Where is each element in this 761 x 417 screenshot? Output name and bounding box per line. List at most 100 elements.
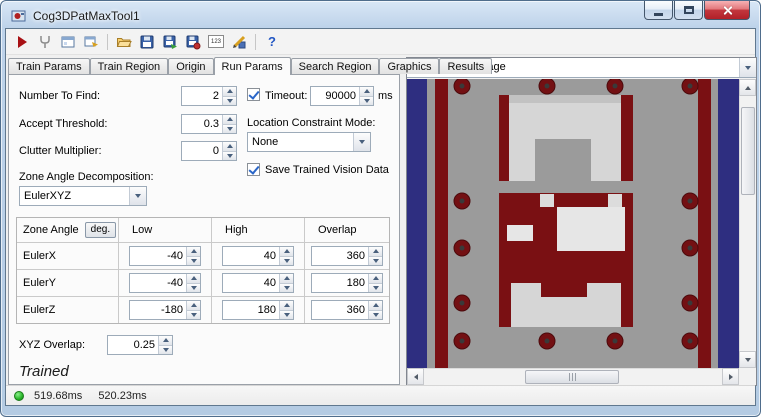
spin-down-button[interactable] [369,309,382,319]
eulery-low-value[interactable]: -40 [130,274,186,292]
spin-up-button[interactable] [280,301,293,310]
spin-down-button[interactable] [369,255,382,265]
spin-down-button[interactable] [223,123,236,133]
electrode-button[interactable] [35,32,55,52]
run-time-text: 519.68ms [34,389,83,402]
clutter-multiplier-value[interactable]: 0 [182,142,222,160]
eulerz-overlap-spinner[interactable]: 360 [311,300,383,320]
spin-down-button[interactable] [369,282,382,292]
number-grid-button[interactable]: 123 [206,32,226,52]
vertical-scroll-thumb[interactable] [741,107,755,195]
combo-dropdown-button[interactable] [353,133,370,151]
spin-up-button[interactable] [369,301,382,310]
scroll-right-button[interactable] [722,368,739,385]
image-display[interactable] [407,79,739,368]
eulery-high-value[interactable]: 40 [223,274,279,292]
maximize-button[interactable] [674,1,703,20]
spin-up-button[interactable] [369,274,382,283]
zone-angle-decomposition-combo[interactable]: EulerXYZ [19,186,147,206]
spin-up-button[interactable] [223,142,236,151]
open-folder-icon [116,37,132,47]
spin-down-button[interactable] [223,150,236,160]
horizontal-scrollbar[interactable] [407,368,739,385]
spin-up-button[interactable] [223,87,236,96]
combo-dropdown-button[interactable] [129,187,146,205]
spin-up-button[interactable] [223,115,236,124]
vertical-scrollbar[interactable] [739,79,756,368]
tab-train-params[interactable]: Train Params [8,58,90,74]
spin-down-button[interactable] [187,309,200,319]
xyz-overlap-value[interactable]: 0.25 [108,336,158,354]
tool-edit-icon [84,36,98,47]
scroll-down-button[interactable] [739,351,756,368]
eulery-low-spinner[interactable]: -40 [129,273,201,293]
eulerz-high-value[interactable]: 180 [223,301,279,319]
eulerx-high-value[interactable]: 40 [223,247,279,265]
tab-search-region[interactable]: Search Region [290,58,380,74]
tool-window-button[interactable] [58,32,78,52]
tab-results[interactable]: Results [439,58,493,74]
eulery-overlap-spinner[interactable]: 180 [311,273,383,293]
eulerz-overlap-value[interactable]: 360 [312,301,368,319]
close-button[interactable] [704,1,750,20]
xyz-overlap-spinner[interactable]: 0.25 [107,335,173,355]
help-button[interactable]: ? [262,32,282,52]
clutter-multiplier-spinner[interactable]: 0 [181,141,237,161]
save-record-button[interactable] [183,32,203,52]
tab-origin[interactable]: Origin [168,58,214,74]
tab-train-region[interactable]: Train Region [89,58,169,74]
save-as-button[interactable] [160,32,180,52]
spin-up-button[interactable] [159,336,172,345]
accept-threshold-spinner[interactable]: 0.3 [181,114,237,134]
eulerz-high-spinner[interactable]: 180 [222,300,294,320]
timeout-checkbox[interactable] [247,88,260,101]
open-button[interactable] [114,32,134,52]
eulerx-low-spinner[interactable]: -40 [129,246,201,266]
eulerz-low-value[interactable]: -180 [130,301,186,319]
spin-down-button[interactable] [187,282,200,292]
spin-up-button[interactable] [187,274,200,283]
deg-button[interactable]: deg. [84,222,117,238]
spin-up-button[interactable] [369,247,382,256]
tab-run-params[interactable]: Run Params [213,57,291,75]
spin-up-button[interactable] [187,247,200,256]
spin-up-button[interactable] [187,301,200,310]
horizontal-scroll-thumb[interactable] [525,370,619,384]
scroll-left-button[interactable] [407,368,424,385]
combo-dropdown-button[interactable] [739,58,756,77]
accept-threshold-value[interactable]: 0.3 [182,115,222,133]
timeout-value[interactable]: 90000 [311,87,359,105]
tab-graphics[interactable]: Graphics [379,58,440,74]
scroll-up-button[interactable] [739,79,756,96]
eulery-high-spinner[interactable]: 40 [222,273,294,293]
eulerz-low-spinner[interactable]: -180 [129,300,201,320]
table-row: EulerZ -180 180 360 [17,296,389,323]
spin-up-button[interactable] [280,247,293,256]
number-to-find-spinner[interactable]: 2 [181,86,237,106]
number-to-find-value[interactable]: 2 [182,87,222,105]
spin-down-button[interactable] [280,255,293,265]
title-bar[interactable]: Cog3DPatMaxTool1 [11,5,630,27]
eulery-overlap-value[interactable]: 180 [312,274,368,292]
spin-down-button[interactable] [360,95,373,105]
eulerx-low-value[interactable]: -40 [130,247,186,265]
save-trained-checkbox[interactable] [247,163,260,176]
spin-down-button[interactable] [223,95,236,105]
run-button[interactable] [12,32,32,52]
spin-down-button[interactable] [159,344,172,354]
spin-up-button[interactable] [280,274,293,283]
spin-down-button[interactable] [187,255,200,265]
eulerx-overlap-value[interactable]: 360 [312,247,368,265]
tool-edit-button[interactable] [81,32,101,52]
minimize-button[interactable] [644,1,673,20]
measure-button[interactable] [229,32,249,52]
timeout-spinner[interactable]: 90000 [310,86,374,106]
location-constraint-combo[interactable]: None [247,132,371,152]
save-button[interactable] [137,32,157,52]
spinner-arrows [222,115,236,133]
spin-down-button[interactable] [280,309,293,319]
spin-up-button[interactable] [360,87,373,96]
eulerx-high-spinner[interactable]: 40 [222,246,294,266]
eulerx-overlap-spinner[interactable]: 360 [311,246,383,266]
spin-down-button[interactable] [280,282,293,292]
